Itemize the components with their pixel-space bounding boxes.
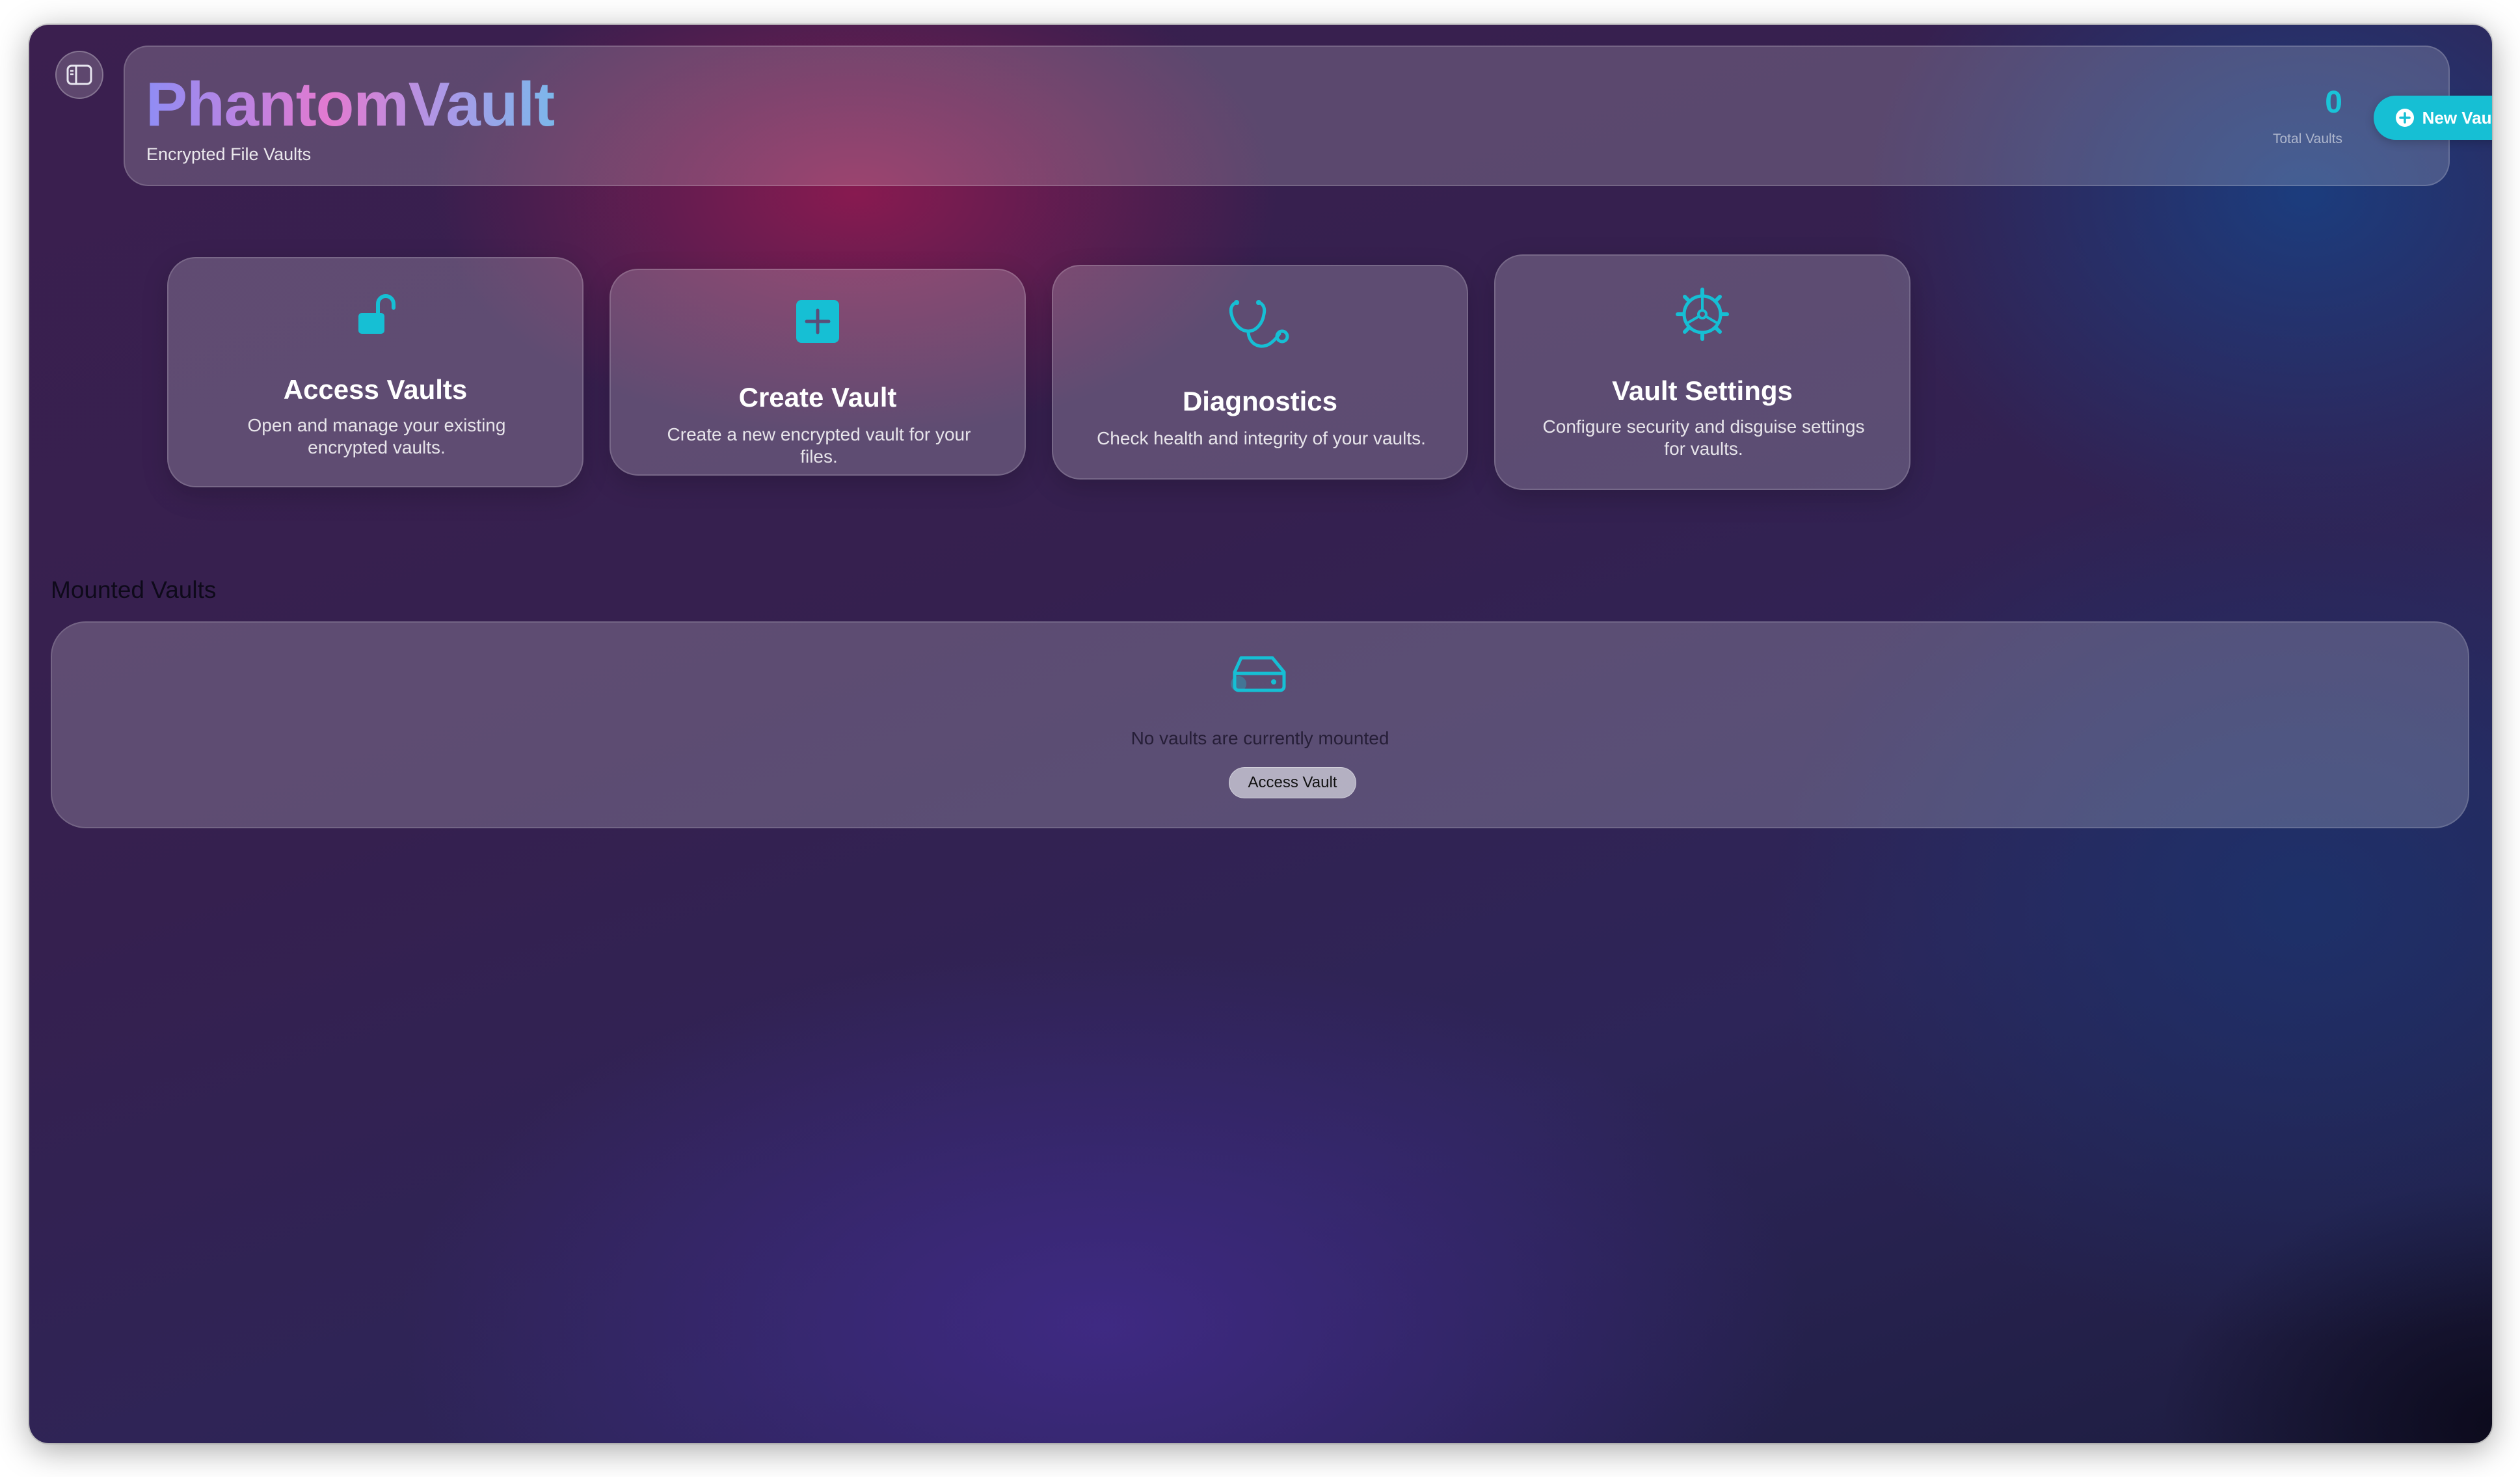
card-description: Create a new encrypted vault for your fi… [667, 424, 971, 467]
stethoscope-icon [1229, 300, 1289, 348]
app-title: PhantomVault [146, 70, 555, 139]
new-vault-button[interactable]: New Vault [2374, 96, 2492, 140]
create-vault-card[interactable]: Create Vault Create a new encrypted vaul… [610, 269, 1026, 476]
app-header: PhantomVault Encrypted File Vaults 0 Tot… [124, 46, 2492, 186]
mounted-vaults-title: Mounted Vaults [51, 576, 217, 603]
drive-icon [1231, 656, 1286, 692]
total-vaults-count: 0 [2325, 85, 2342, 120]
card-description: Check health and integrity of your vault… [1097, 428, 1426, 448]
app-window: PhantomVault Encrypted File Vaults 0 Tot… [29, 25, 2492, 1443]
new-vault-label: New Vault [2422, 107, 2492, 128]
vault-settings-card[interactable]: Vault Settings Configure security and di… [1494, 254, 1910, 490]
sidebar-toggle-button[interactable] [55, 51, 103, 99]
app-subtitle: Encrypted File Vaults [146, 144, 312, 164]
unlock-icon [358, 294, 395, 334]
empty-state-message: No vaults are currently mounted [1131, 728, 1389, 748]
total-vaults-label: Total Vaults [2273, 131, 2342, 146]
plus-circle-icon [2395, 109, 2414, 127]
plus-square-icon [796, 300, 839, 343]
access-vaults-card[interactable]: Access Vaults Open and manage your exist… [167, 257, 583, 487]
card-title: Diagnostics [1182, 386, 1338, 416]
sidebar-icon [66, 64, 92, 85]
card-title: Vault Settings [1612, 375, 1793, 406]
gear-icon [1676, 288, 1729, 341]
card-description: Open and manage your existing encrypted … [247, 415, 506, 457]
card-description: Configure security and disguise settings… [1542, 416, 1865, 459]
card-title: Create Vault [738, 382, 897, 413]
mounted-vaults-panel: No vaults are currently mounted Access V… [51, 621, 2469, 828]
access-vault-button[interactable]: Access Vault [1229, 767, 1356, 798]
card-title: Access Vaults [283, 374, 468, 405]
diagnostics-card[interactable]: Diagnostics Check health and integrity o… [1052, 265, 1468, 480]
